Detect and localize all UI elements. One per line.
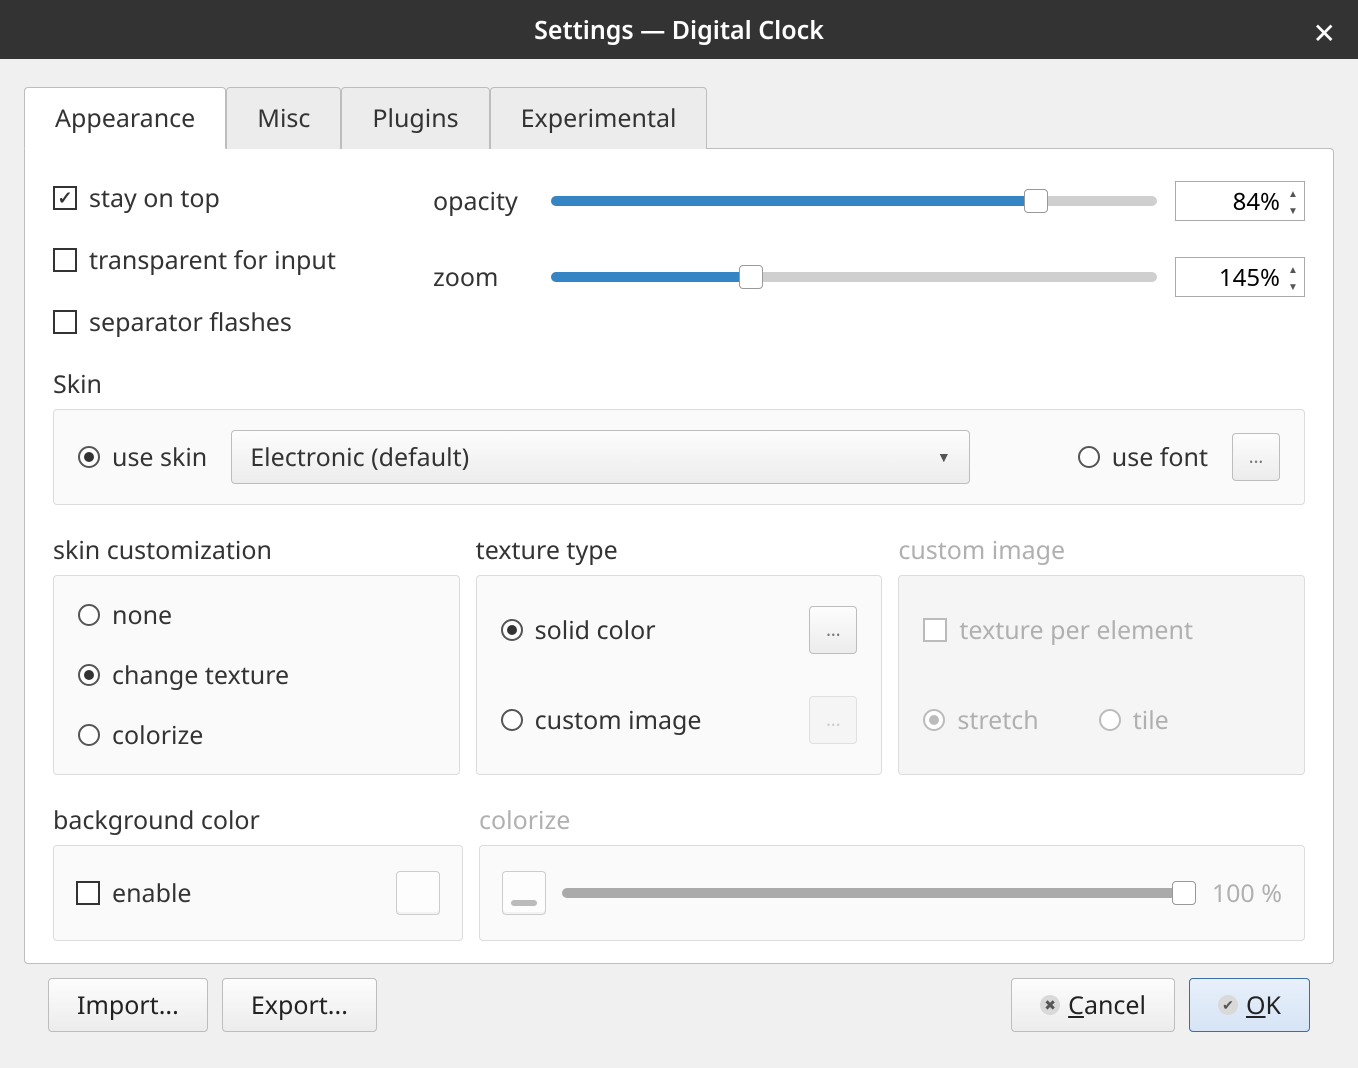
tab-row: Appearance Misc Plugins Experimental [24,87,1334,149]
import-button[interactable]: Import... [48,978,208,1032]
stretch-label: stretch [957,703,1038,737]
opacity-step-up[interactable]: ▲ [1284,184,1302,201]
background-color-frame: enable [53,845,463,941]
skin-custom-change-texture-label: change texture [112,658,289,692]
colorize-slider-thumb [1172,881,1196,905]
cancel-button[interactable]: ✖ Cancel [1011,978,1175,1032]
texture-type-header: texture type [476,533,883,567]
close-icon[interactable]: ✕ [1313,14,1336,52]
opacity-row: opacity 84% ▲ ▼ [433,181,1305,221]
custom-image-radio-label: custom image [535,703,702,737]
background-color-swatch[interactable] [396,871,440,915]
skin-custom-colorize-label: colorize [112,718,203,752]
window-title: Settings — Digital Clock [534,13,824,47]
texture-type-col: texture type solid color ... custom imag… [476,505,883,775]
use-font-radio[interactable]: use font [1078,440,1208,474]
custom-image-radio[interactable]: custom image [501,703,702,737]
chevron-down-icon: ▼ [937,448,951,467]
skin-combo[interactable]: Electronic (default) ▼ [231,430,970,484]
stay-on-top-checkbox[interactable]: ✓ stay on top [53,181,433,215]
export-button[interactable]: Export... [222,978,377,1032]
footer: Import... Export... ✖ Cancel ✔ OK [24,964,1334,1032]
skin-frame: use skin Electronic (default) ▼ use font… [53,409,1305,505]
skin-custom-colorize-radio[interactable]: colorize [78,718,435,752]
solid-color-radio[interactable]: solid color [501,613,656,647]
skin-combo-value: Electronic (default) [250,440,469,474]
colorize-color-swatch [502,871,546,915]
background-enable-label: enable [112,876,192,910]
use-skin-radio[interactable]: use skin [78,440,207,474]
colorize-value: 100 % [1212,876,1282,910]
tab-appearance[interactable]: Appearance [24,87,226,149]
title-bar: Settings — Digital Clock ✕ [0,0,1358,59]
custom-image-frame: texture per element stretch tile [898,575,1305,775]
opacity-label: opacity [433,184,533,218]
content-area: Appearance Misc Plugins Experimental ✓ s… [0,87,1358,1042]
zoom-spinbox[interactable]: 145% ▲ ▼ [1175,257,1305,297]
transparent-for-input-checkbox[interactable]: transparent for input [53,243,433,277]
tab-experimental[interactable]: Experimental [490,87,708,149]
tile-label: tile [1133,703,1169,737]
zoom-row: zoom 145% ▲ ▼ [433,257,1305,297]
slider-column: opacity 84% ▲ ▼ zoom [433,177,1305,339]
zoom-slider-thumb[interactable] [739,265,763,289]
texture-per-element-label: texture per element [959,613,1193,647]
ok-label-u: O [1246,988,1266,1022]
ok-label-rest: K [1266,988,1281,1022]
zoom-value: 145% [1219,261,1280,294]
ok-icon: ✔ [1218,995,1238,1015]
stay-on-top-label: stay on top [89,181,220,215]
colorize-frame: 100 % [479,845,1305,941]
zoom-step-up[interactable]: ▲ [1284,260,1302,277]
zoom-slider[interactable] [551,272,1157,282]
tile-radio: tile [1099,703,1169,737]
background-color-header: background color [53,803,463,837]
solid-color-picker-button[interactable]: ... [809,606,857,654]
tab-plugins[interactable]: Plugins [341,87,489,149]
skin-custom-none-label: none [112,598,172,632]
cancel-icon: ✖ [1040,995,1060,1015]
background-enable-checkbox[interactable]: enable [76,876,192,910]
colorize-col: colorize 100 % [479,775,1305,941]
ok-button[interactable]: ✔ OK [1189,978,1310,1032]
skin-customization-header: skin customization [53,533,460,567]
stretch-radio: stretch [923,703,1038,737]
skin-customization-frame: none change texture colorize [53,575,460,775]
skin-customization-col: skin customization none change texture c… [53,505,460,775]
background-color-col: background color enable [53,775,463,941]
skin-custom-change-texture-radio[interactable]: change texture [78,658,435,692]
skin-custom-none-radio[interactable]: none [78,598,435,632]
opacity-step-down[interactable]: ▼ [1284,201,1302,218]
font-picker-button[interactable]: ... [1232,433,1280,481]
separator-flashes-checkbox[interactable]: separator flashes [53,305,433,339]
texture-per-element-checkbox: texture per element [923,613,1280,647]
opacity-slider[interactable] [551,196,1157,206]
transparent-for-input-label: transparent for input [89,243,336,277]
checkbox-column: ✓ stay on top transparent for input sepa… [53,177,433,339]
opacity-spinbox[interactable]: 84% ▲ ▼ [1175,181,1305,221]
custom-image-col: custom image texture per element stretch [898,505,1305,775]
tab-misc[interactable]: Misc [226,87,341,149]
separator-flashes-label: separator flashes [89,305,292,339]
colorize-slider [562,888,1196,898]
custom-image-picker-button: ... [809,696,857,744]
use-font-label: use font [1112,440,1208,474]
opacity-value: 84% [1233,185,1280,218]
skin-header: Skin [53,367,1305,401]
zoom-step-down[interactable]: ▼ [1284,277,1302,294]
appearance-panel: ✓ stay on top transparent for input sepa… [24,148,1334,964]
colorize-header: colorize [479,803,1305,837]
opacity-slider-thumb[interactable] [1024,189,1048,213]
use-skin-label: use skin [112,440,207,474]
zoom-label: zoom [433,260,533,294]
custom-image-header: custom image [898,533,1305,567]
solid-color-label: solid color [535,613,656,647]
texture-type-frame: solid color ... custom image ... [476,575,883,775]
cancel-label-u: C [1068,988,1084,1022]
cancel-label-rest: ancel [1084,988,1146,1022]
